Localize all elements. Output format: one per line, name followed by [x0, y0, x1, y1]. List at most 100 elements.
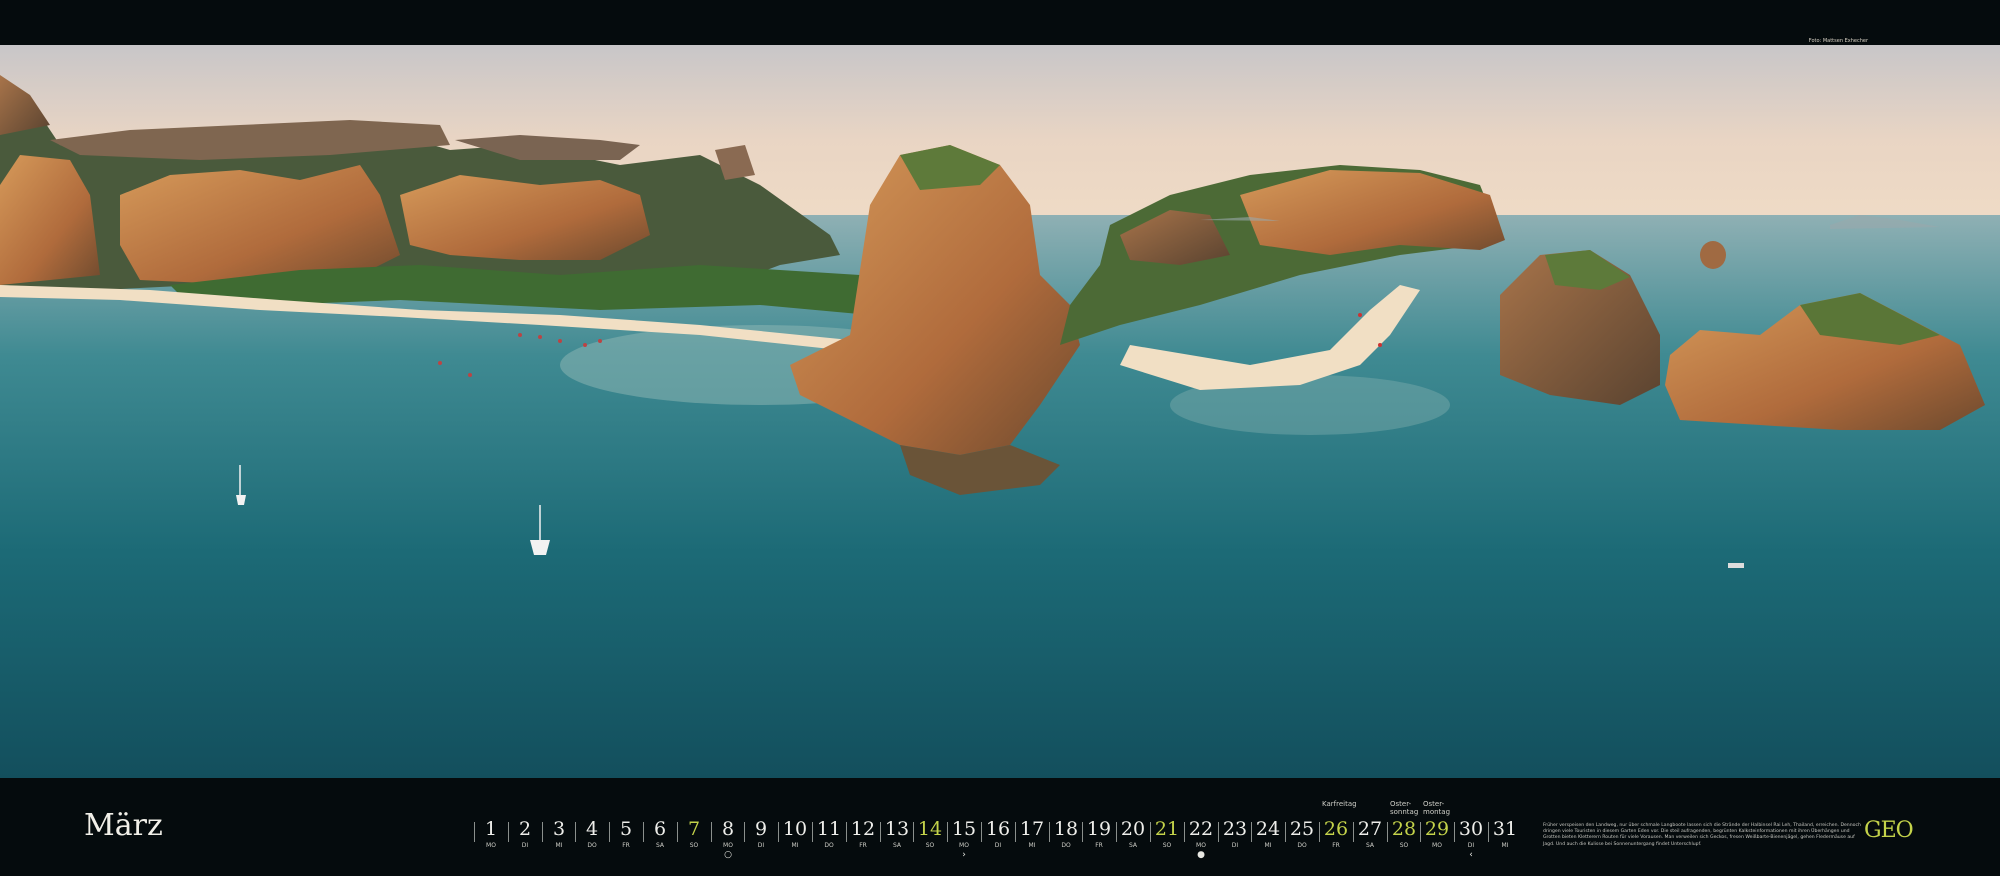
day-number: 25 — [1289, 818, 1315, 840]
calendar-day: 3 MI — [542, 798, 576, 868]
moon-phase-icon: ● — [1197, 850, 1205, 860]
calendar-day: 16 DI — [981, 798, 1015, 868]
day-number: 12 — [850, 818, 876, 840]
moon-phase-icon: ‹ — [1469, 850, 1473, 860]
calendar-day: 11 DO — [812, 798, 846, 868]
calendar-day: 12 FR — [846, 798, 880, 868]
weekday-label: DO — [1061, 842, 1071, 849]
calendar-day: 2 DI — [508, 798, 542, 868]
day-number: 11 — [816, 818, 842, 840]
calendar-day: 24 MI — [1251, 798, 1285, 868]
weekday-label: MO — [723, 842, 733, 849]
weekday-label: FR — [1332, 842, 1340, 849]
calendar-day: 4 DO — [575, 798, 609, 868]
weekday-label: FR — [622, 842, 630, 849]
weekday-label: SA — [655, 842, 665, 849]
day-number: 10 — [782, 818, 808, 840]
day-number: 29 — [1424, 818, 1450, 840]
day-number: 23 — [1222, 818, 1248, 840]
day-number: 31 — [1492, 818, 1518, 840]
day-number: 19 — [1086, 818, 1112, 840]
day-number: 6 — [653, 818, 667, 840]
calendar-day: 19 FR — [1082, 798, 1116, 868]
calendar-day: 27 SA — [1353, 798, 1387, 868]
weekday-label: DI — [757, 842, 765, 849]
day-number: 26 — [1323, 818, 1349, 840]
day-number: 21 — [1154, 818, 1180, 840]
weekday-label: MI — [1501, 842, 1509, 849]
weekday-label: SA — [892, 842, 902, 849]
weekday-label: MO — [486, 842, 496, 849]
calendar-day: 1 MO — [474, 798, 508, 868]
day-number: 14 — [917, 818, 943, 840]
weekday-label: MI — [555, 842, 563, 849]
day-number: 7 — [687, 818, 701, 840]
calendar-day: Oster- montag 29 MO — [1420, 798, 1454, 868]
photo-caption: Früher verspeisen den Landweg, nur über … — [1543, 823, 1861, 847]
month-title: März — [84, 808, 163, 843]
weekday-label: MO — [1196, 842, 1206, 849]
weekday-label: SO — [689, 842, 699, 849]
landscape-photo — [0, 45, 2000, 778]
calendar-day: 25 DO — [1285, 798, 1319, 868]
calendar-day: 6 SA — [643, 798, 677, 868]
weekday-label: DI — [1467, 842, 1475, 849]
day-number: 30 — [1458, 818, 1484, 840]
weekday-label: FR — [859, 842, 867, 849]
calendar-day: 22 MO ● — [1184, 798, 1218, 868]
calendar-day: 17 MI — [1015, 798, 1049, 868]
calendar-day: 8 MO ○ — [711, 798, 745, 868]
holiday-label: Karfreitag — [1322, 800, 1357, 808]
weekday-label: DO — [1297, 842, 1307, 849]
day-number: 1 — [484, 818, 498, 840]
calendar-day: 23 DI — [1218, 798, 1252, 868]
weekday-label: DI — [1231, 842, 1239, 849]
weekday-label: SO — [925, 842, 935, 849]
day-number: 2 — [518, 818, 532, 840]
calendar-day: 21 SO — [1150, 798, 1184, 868]
weekday-label: DI — [521, 842, 529, 849]
calendar-day: 30 DI ‹ — [1454, 798, 1488, 868]
calendar-day: 5 FR — [609, 798, 643, 868]
weekday-label: MI — [1264, 842, 1272, 849]
moon-phase-icon: › — [962, 850, 966, 860]
weekday-label: DO — [824, 842, 834, 849]
day-number: 4 — [585, 818, 599, 840]
day-number: 20 — [1120, 818, 1146, 840]
photo-illustration — [0, 45, 2000, 778]
weekday-label: FR — [1095, 842, 1103, 849]
calendar-day: 20 SA — [1116, 798, 1150, 868]
weekday-label: SO — [1399, 842, 1409, 849]
calendar-day: Karfreitag 26 FR — [1319, 798, 1357, 868]
calendar-day: Oster- sonntag 28 SO — [1387, 798, 1421, 868]
calendar-day: 31 MI — [1488, 798, 1522, 868]
day-number: 18 — [1053, 818, 1079, 840]
weekday-label: SA — [1365, 842, 1375, 849]
weekday-label: DI — [994, 842, 1002, 849]
holiday-label: Oster- montag — [1423, 800, 1451, 816]
weekday-label: SO — [1162, 842, 1172, 849]
photo-credit: Foto: Mattsen Exhecher — [1808, 38, 1868, 44]
day-number: 16 — [985, 818, 1011, 840]
day-number: 22 — [1188, 818, 1214, 840]
day-number: 17 — [1019, 818, 1045, 840]
day-number: 9 — [754, 818, 768, 840]
weekday-label: MI — [1028, 842, 1036, 849]
calendar-day: 13 SA — [880, 798, 914, 868]
calendar-day: 18 DO — [1049, 798, 1083, 868]
weekday-label: MI — [791, 842, 799, 849]
calendar-day: 14 SO — [913, 798, 947, 868]
calendar-day: 10 MI — [778, 798, 812, 868]
day-number: 8 — [721, 818, 735, 840]
geo-logo: GEO — [1864, 818, 1914, 843]
top-band — [0, 0, 2000, 45]
day-number: 24 — [1255, 818, 1281, 840]
calendar-day: 9 DI — [744, 798, 778, 868]
day-number: 27 — [1357, 818, 1383, 840]
weekday-label: SA — [1128, 842, 1138, 849]
holiday-label: Oster- sonntag — [1390, 800, 1419, 816]
calendar-day: 15 MO › — [947, 798, 981, 868]
weekday-label: MO — [959, 842, 969, 849]
moon-phase-icon: ○ — [724, 850, 732, 860]
day-number: 3 — [552, 818, 566, 840]
